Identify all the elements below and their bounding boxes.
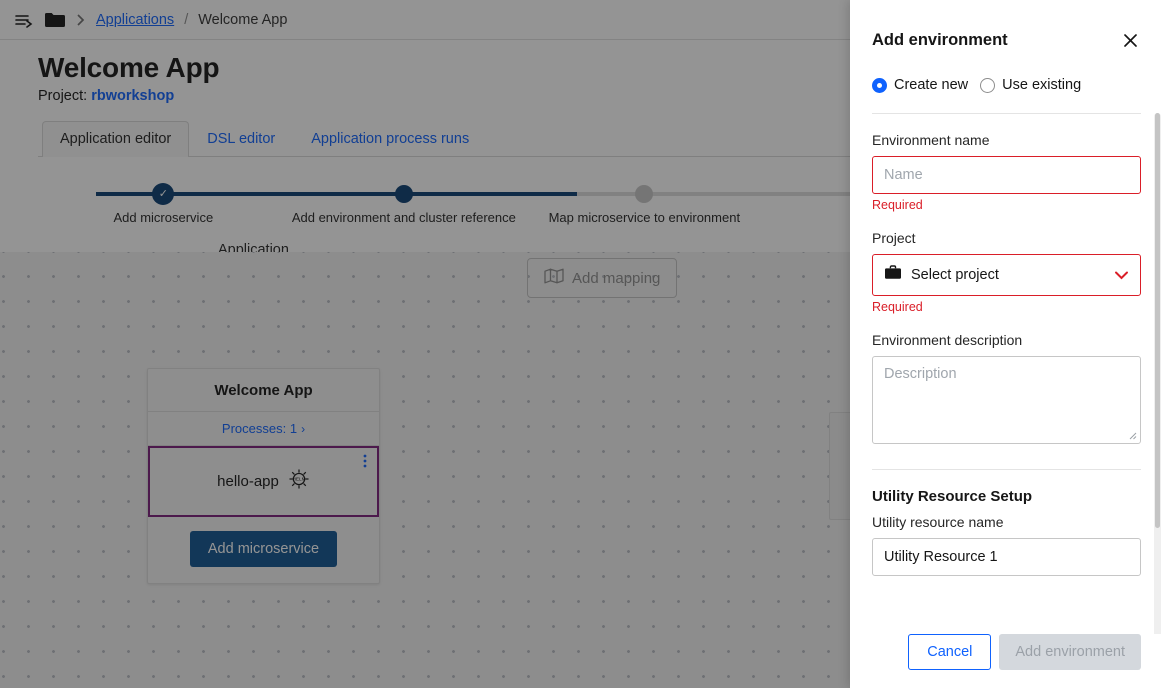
add-environment-button[interactable]: Add environment xyxy=(999,634,1141,670)
briefcase-icon xyxy=(884,265,902,285)
panel-scrollbar-thumb[interactable] xyxy=(1155,113,1160,528)
panel-scrollbar[interactable] xyxy=(1154,113,1161,634)
panel-header: Add environment xyxy=(850,0,1163,51)
radio-use-existing-label: Use existing xyxy=(1002,77,1081,93)
radio-create-new-indicator[interactable] xyxy=(872,78,887,93)
environment-description-field: Environment description xyxy=(872,332,1141,449)
project-select-value: Select project xyxy=(911,267,1105,283)
utility-section-title: Utility Resource Setup xyxy=(872,488,1141,505)
utility-resource-name-label: Utility resource name xyxy=(872,514,1141,530)
radio-create-new[interactable]: Create new xyxy=(872,77,968,93)
project-select[interactable]: Select project xyxy=(872,254,1141,296)
environment-description-input[interactable] xyxy=(872,356,1141,444)
cancel-button[interactable]: Cancel xyxy=(908,634,991,670)
utility-resource-section: Utility Resource Setup Utility resource … xyxy=(872,488,1141,576)
environment-name-error: Required xyxy=(872,198,1141,212)
modal-overlay[interactable] xyxy=(0,0,850,688)
project-field: Project Select project Required xyxy=(872,230,1141,314)
environment-name-label: Environment name xyxy=(872,132,1141,148)
chevron-down-icon xyxy=(1114,270,1129,280)
environment-name-field: Environment name Required xyxy=(872,132,1141,212)
radio-use-existing-indicator[interactable] xyxy=(980,78,995,93)
radio-create-new-label: Create new xyxy=(894,77,968,93)
add-environment-panel: Add environment Create new Use existing xyxy=(850,0,1163,688)
utility-resource-name-input[interactable] xyxy=(872,538,1141,576)
radio-use-existing[interactable]: Use existing xyxy=(980,77,1081,93)
screen: Applications / Welcome App Welcome App P… xyxy=(0,0,1163,688)
close-icon[interactable] xyxy=(1120,30,1141,51)
panel-divider-top xyxy=(872,113,1141,114)
panel-divider-bottom xyxy=(872,469,1141,470)
environment-mode-radio-group: Create new Use existing xyxy=(872,77,1141,93)
project-label: Project xyxy=(872,230,1141,246)
environment-description-label: Environment description xyxy=(872,332,1141,348)
environment-name-input[interactable] xyxy=(872,156,1141,194)
panel-body[interactable]: Create new Use existing Environment name… xyxy=(850,51,1163,634)
panel-title: Add environment xyxy=(872,31,1008,50)
environment-description-wrapper xyxy=(872,356,1141,449)
project-error: Required xyxy=(872,300,1141,314)
panel-footer: Cancel Add environment xyxy=(850,634,1163,688)
